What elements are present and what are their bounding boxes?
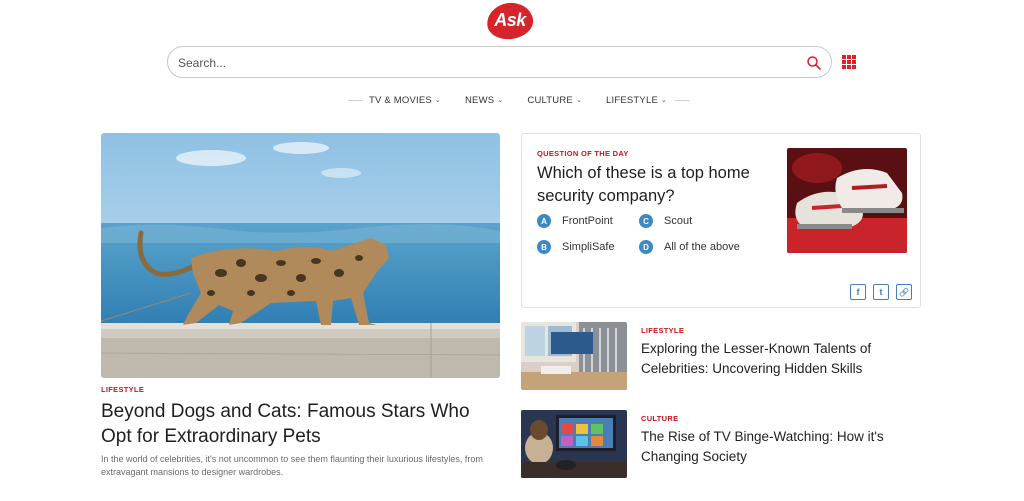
article-category[interactable]: CULTURE xyxy=(641,414,678,423)
twitter-share-icon[interactable]: t xyxy=(873,284,889,300)
nav-item-news[interactable]: NEWS ⌄ xyxy=(465,95,503,106)
answer-option-d[interactable]: D All of the above xyxy=(639,240,740,254)
answer-option-b[interactable]: B SimpliSafe xyxy=(537,240,615,254)
answer-option-a[interactable]: A FrontPoint xyxy=(537,214,613,228)
option-letter-badge: A xyxy=(537,214,551,228)
option-label: All of the above xyxy=(664,241,740,253)
hero-image[interactable] xyxy=(101,133,500,378)
nav-item-tv-movies[interactable]: TV & MOVIES ⌄ xyxy=(369,95,441,106)
chevron-down-icon: ⌄ xyxy=(661,97,668,104)
chevron-down-icon: ⌄ xyxy=(497,97,504,104)
facebook-share-icon[interactable]: f xyxy=(850,284,866,300)
category-nav: TV & MOVIES ⌄ NEWS ⌄ CULTURE ⌄ LIFESTYLE ⌄ xyxy=(348,92,691,108)
logo-text: Ask xyxy=(494,10,526,30)
nav-divider xyxy=(348,99,363,101)
chevron-down-icon: ⌄ xyxy=(434,97,441,104)
option-label: FrontPoint xyxy=(562,215,613,227)
search-input[interactable] xyxy=(178,52,788,74)
question-text: Which of these is a top home security co… xyxy=(537,164,750,205)
nav-divider xyxy=(675,99,691,101)
article-card[interactable]: CULTURE The Rise of TV Binge-Watching: H… xyxy=(521,410,921,480)
nav-item-label: CULTURE xyxy=(527,94,573,106)
hero-title[interactable]: Beyond Dogs and Cats: Famous Stars Who O… xyxy=(101,399,501,449)
nav-item-label: TV & MOVIES xyxy=(369,94,432,106)
article-thumbnail[interactable] xyxy=(521,410,627,478)
article-card[interactable]: LIFESTYLE Exploring the Lesser-Known Tal… xyxy=(521,322,921,392)
article-category[interactable]: LIFESTYLE xyxy=(641,326,684,335)
question-of-the-day-card: QUESTION OF THE DAY Which of these is a … xyxy=(521,133,921,308)
option-letter-badge: B xyxy=(537,240,551,254)
option-label: Scout xyxy=(664,215,693,227)
option-letter-badge: D xyxy=(639,240,653,254)
ask-logo[interactable]: Ask xyxy=(484,0,536,43)
nav-item-lifestyle[interactable]: LIFESTYLE ⌄ xyxy=(606,95,667,106)
search-icon[interactable] xyxy=(806,55,822,71)
chevron-down-icon: ⌄ xyxy=(575,97,583,104)
question-label: QUESTION OF THE DAY xyxy=(537,149,629,158)
nav-item-culture[interactable]: CULTURE ⌄ xyxy=(527,95,582,106)
nav-item-label: LIFESTYLE xyxy=(606,94,658,106)
option-letter-badge: C xyxy=(639,214,653,228)
link-share-icon[interactable]: 🔗 xyxy=(896,284,912,300)
answer-option-c[interactable]: C Scout xyxy=(639,214,692,228)
search-bar xyxy=(167,46,832,78)
hero-description: In the world of celebrities, it's not un… xyxy=(101,454,483,477)
nav-item-label: NEWS xyxy=(465,94,495,106)
option-label: SimpliSafe xyxy=(562,241,615,253)
article-title[interactable]: Exploring the Lesser-Known Talents of Ce… xyxy=(641,339,911,378)
hero-category[interactable]: LIFESTYLE xyxy=(101,385,144,394)
grid-icon[interactable] xyxy=(842,55,856,69)
article-title[interactable]: The Rise of TV Binge-Watching: How it's … xyxy=(641,427,911,466)
article-thumbnail[interactable] xyxy=(521,322,627,390)
question-image xyxy=(787,148,907,253)
